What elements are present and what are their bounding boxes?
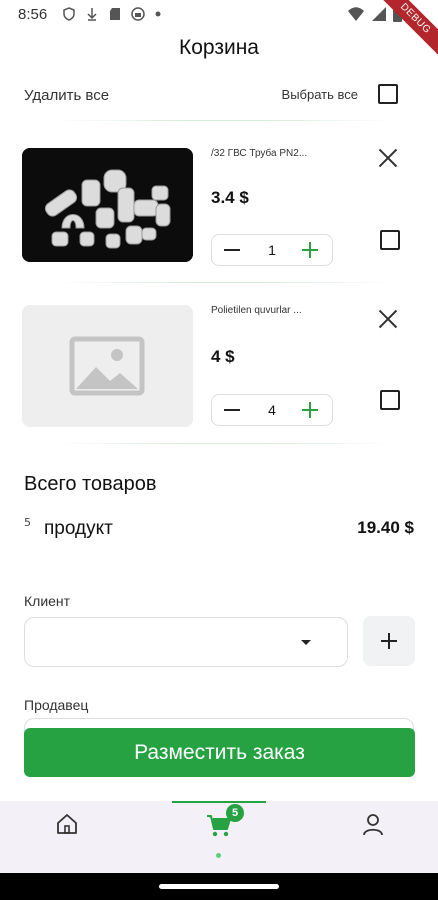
signal-icon <box>372 7 386 21</box>
quantity-stepper: 1 <box>211 234 333 266</box>
quantity-value: 4 <box>268 402 276 418</box>
product-image <box>22 305 193 427</box>
chevron-down-icon <box>301 640 311 645</box>
delete-all-button[interactable]: Удалить все <box>24 87 109 104</box>
home-gesture-handle[interactable] <box>159 884 279 889</box>
dot-icon <box>155 11 161 17</box>
item-select-checkbox[interactable] <box>380 390 400 410</box>
bottom-nav <box>0 801 438 873</box>
page-title: Корзина <box>179 36 259 59</box>
system-nav-bar <box>0 873 438 900</box>
shield-icon <box>63 7 75 21</box>
divider <box>56 120 396 121</box>
remove-item-icon[interactable] <box>378 148 398 168</box>
app-circle-icon <box>131 7 145 21</box>
nav-profile[interactable] <box>360 811 390 841</box>
add-client-button[interactable] <box>363 616 415 666</box>
product-name: Polietilen quvurlar ... <box>211 305 302 316</box>
product-name: /32 ГВС Труба PN2... <box>211 148 308 159</box>
cart-item: Polietilen quvurlar ... 4 $ 4 <box>22 305 416 429</box>
decrement-button[interactable] <box>224 249 240 251</box>
product-image <box>22 148 193 262</box>
nav-active-indicator <box>172 801 266 803</box>
product-count: 5 <box>24 516 31 529</box>
quantity-value: 1 <box>268 242 276 258</box>
cart-actions-row: Удалить все Выбрать все <box>24 84 398 108</box>
profile-icon <box>363 814 383 836</box>
select-all-label: Выбрать все <box>281 87 358 102</box>
total-price: 19.40 $ <box>357 518 414 537</box>
seller-label: Продавец <box>24 697 89 713</box>
home-icon <box>57 814 77 834</box>
cart-item: /32 ГВС Труба PN2... 3.4 $ 1 <box>22 148 416 268</box>
remove-item-icon[interactable] <box>378 309 398 329</box>
cart-badge: 5 <box>226 804 244 822</box>
increment-button[interactable] <box>302 402 318 418</box>
wifi-icon <box>348 7 364 21</box>
quantity-stepper: 4 <box>211 394 333 426</box>
product-price: 3.4 $ <box>211 188 249 207</box>
divider <box>56 282 396 283</box>
sdcard-icon <box>110 8 120 20</box>
nav-active-dot <box>216 853 221 858</box>
divider <box>56 443 396 444</box>
nav-home[interactable] <box>54 811 84 841</box>
select-all-checkbox[interactable] <box>378 84 398 104</box>
decrement-button[interactable] <box>224 409 240 411</box>
pipe-fittings-photo <box>22 148 193 262</box>
image-placeholder-icon <box>22 305 193 427</box>
product-unit: продукт <box>44 518 113 539</box>
increment-button[interactable] <box>302 242 318 258</box>
client-label: Клиент <box>24 593 71 609</box>
status-icons <box>62 7 162 21</box>
client-select[interactable] <box>24 617 348 667</box>
place-order-button[interactable]: Разместить заказ <box>24 728 415 777</box>
product-price: 4 $ <box>211 347 235 366</box>
status-bar: 8:56 DEBUG <box>0 0 438 65</box>
summary-row: 5 продукт 19.40 $ <box>24 516 414 544</box>
plus-icon <box>381 633 397 649</box>
download-icon <box>87 8 97 21</box>
status-time: 8:56 <box>18 6 48 23</box>
summary-title: Всего товаров <box>24 473 157 495</box>
item-select-checkbox[interactable] <box>380 230 400 250</box>
